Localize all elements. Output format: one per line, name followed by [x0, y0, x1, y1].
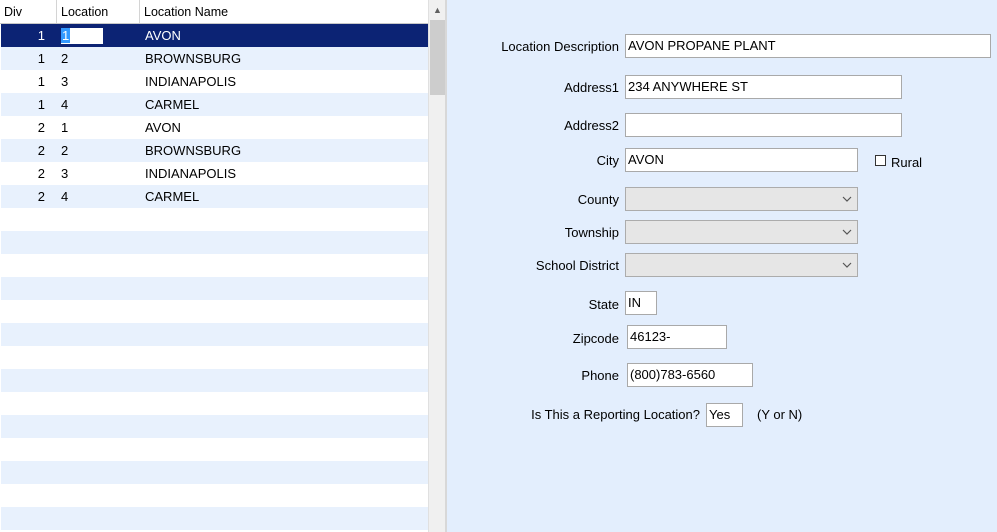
- vertical-scrollbar[interactable]: ▲: [428, 0, 446, 532]
- empty-row: [1, 277, 428, 300]
- location-name-cell: CARMEL: [145, 97, 200, 112]
- empty-row: [1, 392, 428, 415]
- location-cell[interactable]: 3: [61, 70, 141, 93]
- div-cell: 1: [37, 51, 45, 66]
- reporting-location-hint: (Y or N): [757, 407, 803, 422]
- state-label: State: [588, 297, 619, 312]
- school-district-dropdown[interactable]: [625, 253, 858, 277]
- column-header-location-name[interactable]: Location Name: [140, 0, 428, 23]
- empty-row: [1, 507, 428, 530]
- township-label: Township: [564, 225, 619, 240]
- chevron-down-icon: [842, 262, 852, 268]
- table-row[interactable]: 1 4 CARMEL: [1, 93, 428, 116]
- location-cell[interactable]: 4: [61, 185, 141, 208]
- rural-checkbox[interactable]: [875, 155, 886, 166]
- township-dropdown[interactable]: [625, 220, 858, 244]
- table-row[interactable]: 2 1 AVON: [1, 116, 428, 139]
- grid-header: Div Location Location Name: [0, 0, 428, 24]
- location-cell-selected-text: 1: [61, 28, 71, 43]
- location-cell-editor[interactable]: 1: [61, 28, 103, 44]
- location-name-cell: AVON: [145, 120, 181, 135]
- location-name-cell: INDIANAPOLIS: [145, 166, 237, 181]
- state-input[interactable]: IN: [625, 291, 657, 315]
- county-dropdown[interactable]: [625, 187, 858, 211]
- reporting-location-input[interactable]: Yes: [706, 403, 743, 427]
- div-cell: 1: [37, 74, 45, 89]
- address1-label: Address1: [564, 80, 619, 95]
- empty-row: [1, 484, 428, 507]
- scrollbar-thumb[interactable]: [430, 20, 445, 95]
- div-cell: 2: [37, 120, 45, 135]
- location-name-cell: INDIANAPOLIS: [145, 74, 237, 89]
- location-description-label: Location Description: [501, 39, 619, 54]
- div-cell: 2: [37, 143, 45, 158]
- empty-row: [1, 208, 428, 231]
- div-cell: 2: [37, 189, 45, 204]
- location-cell[interactable]: 1: [61, 24, 141, 47]
- school-district-label: School District: [535, 258, 619, 273]
- location-name-cell: BROWNSBURG: [145, 51, 242, 66]
- location-name-cell: CARMEL: [145, 189, 200, 204]
- column-header-div[interactable]: Div: [0, 0, 57, 23]
- location-cell[interactable]: 3: [61, 162, 141, 185]
- location-grid: Div Location Location Name 1 1 AVON 1 2 BROWN…: [0, 0, 446, 532]
- location-cell[interactable]: 2: [61, 139, 141, 162]
- scroll-up-icon[interactable]: ▲: [429, 0, 446, 20]
- table-row[interactable]: 1 2 BROWNSBURG: [1, 47, 428, 70]
- grid-body: 1 1 AVON 1 2 BROWNSBURG 1 3 INDIANAPOLIS 1 4 CARMEL…: [1, 24, 428, 532]
- column-header-location[interactable]: Location: [57, 0, 140, 23]
- location-detail-form: Location Description AVON PROPANE PLANT …: [447, 0, 997, 532]
- div-cell: 1: [37, 28, 45, 43]
- empty-row: [1, 415, 428, 438]
- zipcode-input[interactable]: 46123-: [627, 325, 727, 349]
- location-name-cell: AVON: [145, 28, 181, 43]
- county-label: County: [577, 192, 619, 207]
- address1-input[interactable]: 234 ANYWHERE ST: [625, 75, 902, 99]
- city-label: City: [596, 153, 619, 168]
- location-description-input[interactable]: AVON PROPANE PLANT: [625, 34, 991, 58]
- div-cell: 1: [37, 97, 45, 112]
- table-row[interactable]: 2 2 BROWNSBURG: [1, 139, 428, 162]
- table-row[interactable]: 2 3 INDIANAPOLIS: [1, 162, 428, 185]
- location-cell[interactable]: 1: [61, 116, 141, 139]
- city-input[interactable]: AVON: [625, 148, 858, 172]
- chevron-down-icon: [842, 229, 852, 235]
- empty-row: [1, 300, 428, 323]
- phone-label: Phone: [581, 368, 619, 383]
- address2-label: Address2: [564, 118, 619, 133]
- location-cell[interactable]: 2: [61, 47, 141, 70]
- table-row[interactable]: 2 4 CARMEL: [1, 185, 428, 208]
- empty-row: [1, 323, 428, 346]
- chevron-down-icon: [842, 196, 852, 202]
- reporting-location-label: Is This a Reporting Location?: [531, 407, 700, 422]
- rural-label[interactable]: Rural: [891, 155, 922, 170]
- empty-row: [1, 461, 428, 484]
- table-row[interactable]: 1 3 INDIANAPOLIS: [1, 70, 428, 93]
- address2-input[interactable]: [625, 113, 902, 137]
- div-cell: 2: [37, 166, 45, 181]
- empty-row: [1, 231, 428, 254]
- empty-row: [1, 346, 428, 369]
- phone-input[interactable]: (800)783-6560: [627, 363, 753, 387]
- empty-row: [1, 254, 428, 277]
- table-row[interactable]: 1 1 AVON: [1, 24, 428, 47]
- empty-row: [1, 369, 428, 392]
- empty-row: [1, 438, 428, 461]
- location-cell[interactable]: 4: [61, 93, 141, 116]
- zipcode-label: Zipcode: [572, 331, 619, 346]
- location-name-cell: BROWNSBURG: [145, 143, 242, 158]
